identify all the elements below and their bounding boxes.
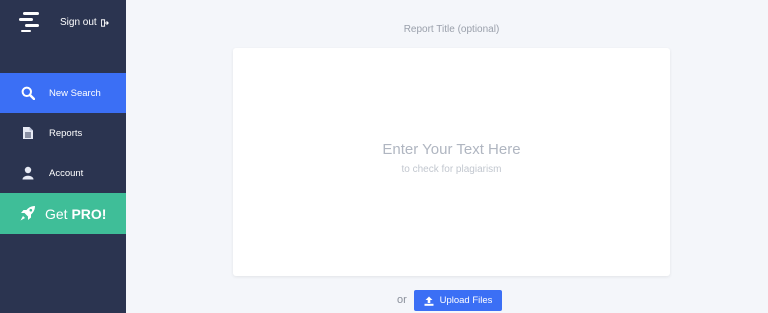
text-placeholder-main: Enter Your Text Here <box>382 141 521 158</box>
sidebar-header: Sign out <box>0 0 126 46</box>
document-icon <box>21 126 35 140</box>
sign-out-link[interactable]: Sign out <box>60 17 109 28</box>
sign-out-label: Sign out <box>60 17 97 28</box>
nav-item-label: Reports <box>49 127 83 139</box>
sign-out-icon <box>100 18 109 27</box>
get-pro-prefix: Get <box>45 205 72 222</box>
or-label: or <box>397 294 407 306</box>
menu-icon[interactable] <box>19 12 41 32</box>
search-icon <box>21 86 35 100</box>
upload-files-label: Upload Files <box>439 295 493 306</box>
nav-item-reports[interactable]: Reports <box>0 113 126 153</box>
user-icon <box>21 166 35 180</box>
nav-item-account[interactable]: Account <box>0 153 126 193</box>
nav-item-label: Account <box>49 167 84 179</box>
nav-item-label: New Search <box>49 87 101 99</box>
get-pro-label: Get PRO! <box>45 206 106 222</box>
upload-files-button[interactable]: Upload Files <box>414 290 502 311</box>
upload-icon <box>424 296 434 306</box>
text-input-area[interactable]: Enter Your Text Here to check for plagia… <box>233 48 670 276</box>
report-title-input[interactable]: Report Title (optional) <box>232 24 671 35</box>
text-placeholder-sub: to check for plagiarism <box>401 164 502 175</box>
rocket-icon <box>19 205 36 222</box>
get-pro-button[interactable]: Get PRO! <box>0 193 126 234</box>
sidebar: Sign out New Search Reports Account Get … <box>0 0 126 313</box>
get-pro-highlight: PRO! <box>71 205 107 222</box>
nav-item-new-search[interactable]: New Search <box>0 73 126 113</box>
